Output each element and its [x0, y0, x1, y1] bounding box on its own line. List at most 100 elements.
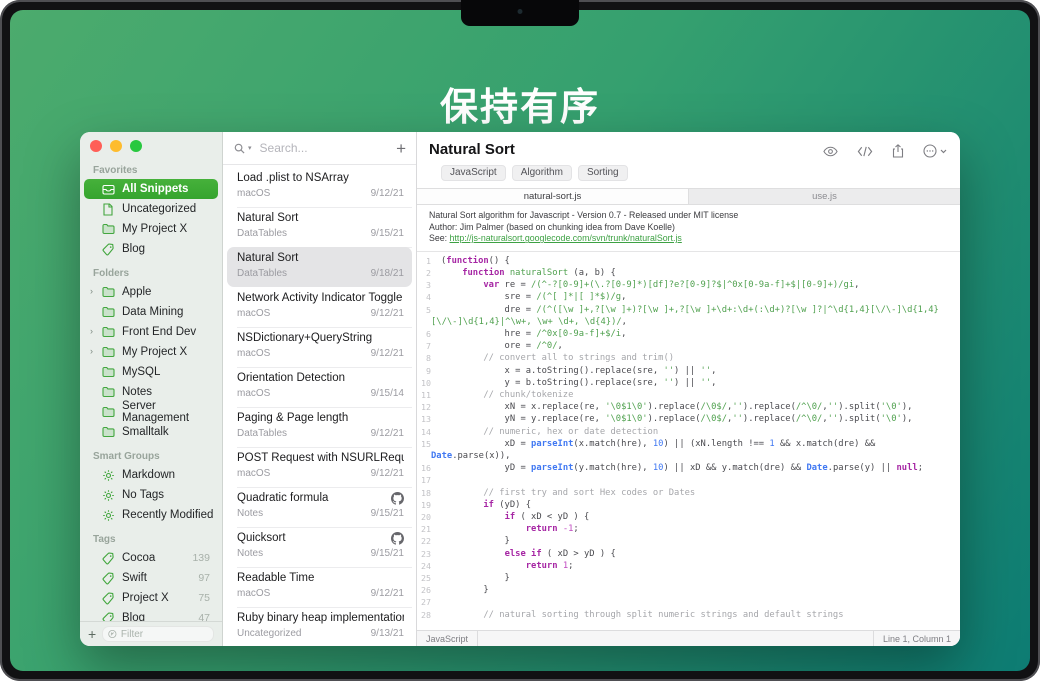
- sidebar-item-my-project-x[interactable]: My Project X: [84, 219, 218, 239]
- code-text: var re = /(^-?[0-9]+(\.?[0-9]*)[df]?e?[0…: [483, 280, 860, 291]
- sidebar-item-no-tags[interactable]: No Tags: [84, 485, 218, 505]
- more-actions-button[interactable]: [923, 144, 947, 158]
- source-link[interactable]: http://js-naturalsort.googlecode.com/svn…: [450, 233, 682, 243]
- code-text: // natural sorting through split numeric…: [441, 609, 844, 620]
- code-text: Date.parse(x)),: [431, 451, 511, 462]
- code-line: 2 function naturalSort (a, b) {: [417, 267, 960, 279]
- sidebar-item-uncategorized[interactable]: Uncategorized: [84, 199, 218, 219]
- line-number: 27: [421, 597, 431, 608]
- sidebar-item-blog[interactable]: Blog 47: [84, 608, 218, 621]
- sidebar: Favorites All Snippets Uncategorized My Pro…: [80, 132, 223, 646]
- disclosure-chevron-icon[interactable]: ›: [90, 286, 100, 296]
- line-number: 5: [426, 304, 431, 315]
- snippet-item-title: Readable Time: [237, 572, 315, 584]
- disclosure-chevron-icon[interactable]: ›: [90, 326, 100, 336]
- sidebar-item-recently-modified[interactable]: Recently Modified: [84, 505, 218, 525]
- tag-filter-field[interactable]: [102, 626, 214, 642]
- sidebar-item-smalltalk[interactable]: Smalltalk: [84, 422, 218, 442]
- sidebar-item-markdown[interactable]: Markdown: [84, 465, 218, 485]
- snippet-list-item[interactable]: POST Request with NSURLRequest macOS 9/12/…: [227, 447, 412, 488]
- code-text: x = a.toString().replace(sre, '') || '',: [441, 365, 717, 376]
- snippet-list-item[interactable]: Orientation Detection macOS 9/15/14: [227, 367, 412, 408]
- camera-dot: [517, 9, 523, 14]
- snippet-list-item[interactable]: Natural Sort DataTables 9/15/21: [227, 207, 412, 248]
- zoom-window-button[interactable]: [130, 140, 142, 152]
- disclosure-chevron-icon[interactable]: ›: [90, 346, 100, 356]
- line-number: 17: [421, 475, 431, 486]
- snippet-item-title: Load .plist to NSArray: [237, 172, 349, 184]
- sidebar-item-label: Uncategorized: [122, 203, 197, 215]
- tag-pill-sorting[interactable]: Sorting: [577, 165, 628, 181]
- snippet-item-folder: DataTables: [237, 228, 288, 239]
- snippet-item-date: 9/12/21: [370, 308, 404, 319]
- tab-use-js[interactable]: use.js: [688, 189, 960, 204]
- search-scope-chevron-icon[interactable]: ▾: [248, 144, 252, 152]
- sidebar-item-blog[interactable]: Blog: [84, 239, 218, 259]
- code-text: }: [441, 573, 510, 584]
- sidebar-item-server-management[interactable]: Server Management: [84, 400, 218, 424]
- snippet-item-folder: macOS: [237, 188, 271, 199]
- sidebar-item-label: Blog: [122, 612, 146, 621]
- snippet-list-item[interactable]: Quadratic formula Notes 9/15/21: [227, 487, 412, 528]
- line-number: 6: [426, 329, 431, 339]
- search-icon[interactable]: [234, 143, 245, 154]
- code-text: xN = x.replace(re, '\0$1\0').replace(/\0…: [441, 402, 913, 413]
- sidebar-item-swift[interactable]: Swift 97: [84, 568, 218, 588]
- github-icon: [391, 532, 404, 550]
- folder-icon: [102, 223, 115, 236]
- sidebar-item-project-x[interactable]: Project X 75: [84, 588, 218, 608]
- tab-natural-sort-js[interactable]: natural-sort.js: [417, 189, 688, 204]
- line-number: 20: [421, 512, 431, 523]
- filter-input[interactable]: [120, 628, 208, 640]
- line-number: 21: [421, 524, 431, 535]
- search-input[interactable]: [257, 140, 394, 156]
- editor-status-bar: JavaScript Line 1, Column 1: [417, 630, 960, 646]
- code-text: }: [441, 585, 489, 596]
- snippet-list-item[interactable]: Ruby binary heap implementation Uncategor…: [227, 607, 412, 646]
- sidebar-item-cocoa[interactable]: Cocoa 139: [84, 548, 218, 568]
- sidebar-item-front-end-dev[interactable]: › Front End Dev: [84, 322, 218, 342]
- line-number: 16: [421, 463, 431, 474]
- new-snippet-button[interactable]: +: [396, 140, 406, 157]
- add-group-button[interactable]: +: [88, 627, 96, 641]
- snippet-list-item[interactable]: Paging & Page length DataTables 9/12/21: [227, 407, 412, 448]
- sidebar-item-apple[interactable]: › Apple: [84, 282, 218, 302]
- code-line: 8 // convert all to strings and trim(): [417, 352, 960, 364]
- code-line: 27: [417, 596, 960, 608]
- close-window-button[interactable]: [90, 140, 102, 152]
- code-editor[interactable]: 1 (function() {2 function naturalSort (a,…: [417, 252, 960, 630]
- code-view-icon[interactable]: [857, 146, 873, 157]
- code-text: ore = /^0/,: [441, 341, 563, 352]
- sidebar-item-data-mining[interactable]: Data Mining: [84, 302, 218, 322]
- preview-eye-icon[interactable]: [823, 146, 838, 157]
- code-line: 16 yD = parseInt(y.match(hre), 10) || xD…: [417, 462, 960, 474]
- code-line: 21 return -1;: [417, 523, 960, 535]
- snippet-list-item[interactable]: Network Activity Indicator Toggle Vi... m…: [227, 287, 412, 328]
- snippet-list-item[interactable]: Quicksort Notes 9/15/21: [227, 527, 412, 568]
- snippet-list-item[interactable]: NSDictionary+QueryString macOS 9/12/21: [227, 327, 412, 368]
- tag-pill-algorithm[interactable]: Algorithm: [511, 165, 572, 181]
- sidebar-item-notes[interactable]: Notes: [84, 382, 218, 402]
- more-ellipsis-circle-icon: [923, 144, 937, 158]
- sidebar-item-label: My Project X: [122, 346, 188, 358]
- code-line: 20 if ( xD < yD ) {: [417, 511, 960, 523]
- snippet-list-item[interactable]: Load .plist to NSArray macOS 9/12/21: [227, 167, 412, 208]
- snippet-list-item[interactable]: Natural Sort DataTables 9/18/21: [227, 247, 412, 287]
- sidebar-item-all-snippets[interactable]: All Snippets: [84, 179, 218, 199]
- search-bar: ▾ +: [223, 132, 416, 165]
- sidebar-item-my-project-x[interactable]: › My Project X: [84, 342, 218, 362]
- tag-icon: [102, 243, 115, 256]
- share-icon[interactable]: [892, 144, 904, 158]
- code-text: else if ( xD > yD ) {: [504, 548, 616, 559]
- code-text: function naturalSort (a, b) {: [462, 267, 616, 278]
- code-text: // convert all to strings and trim(): [441, 353, 675, 364]
- snippet-list-item[interactable]: Readable Time macOS 9/12/21: [227, 567, 412, 608]
- minimize-window-button[interactable]: [110, 140, 122, 152]
- snippet-item-folder: Notes: [237, 508, 264, 519]
- language-selector[interactable]: JavaScript: [417, 631, 479, 646]
- code-text: }: [441, 536, 510, 547]
- tag-pill-javascript[interactable]: JavaScript: [441, 165, 506, 181]
- sidebar-item-mysql[interactable]: MySQL: [84, 362, 218, 382]
- snippet-item-title: NSDictionary+QueryString: [237, 332, 373, 344]
- sidebar-section-header: Tags: [93, 534, 116, 545]
